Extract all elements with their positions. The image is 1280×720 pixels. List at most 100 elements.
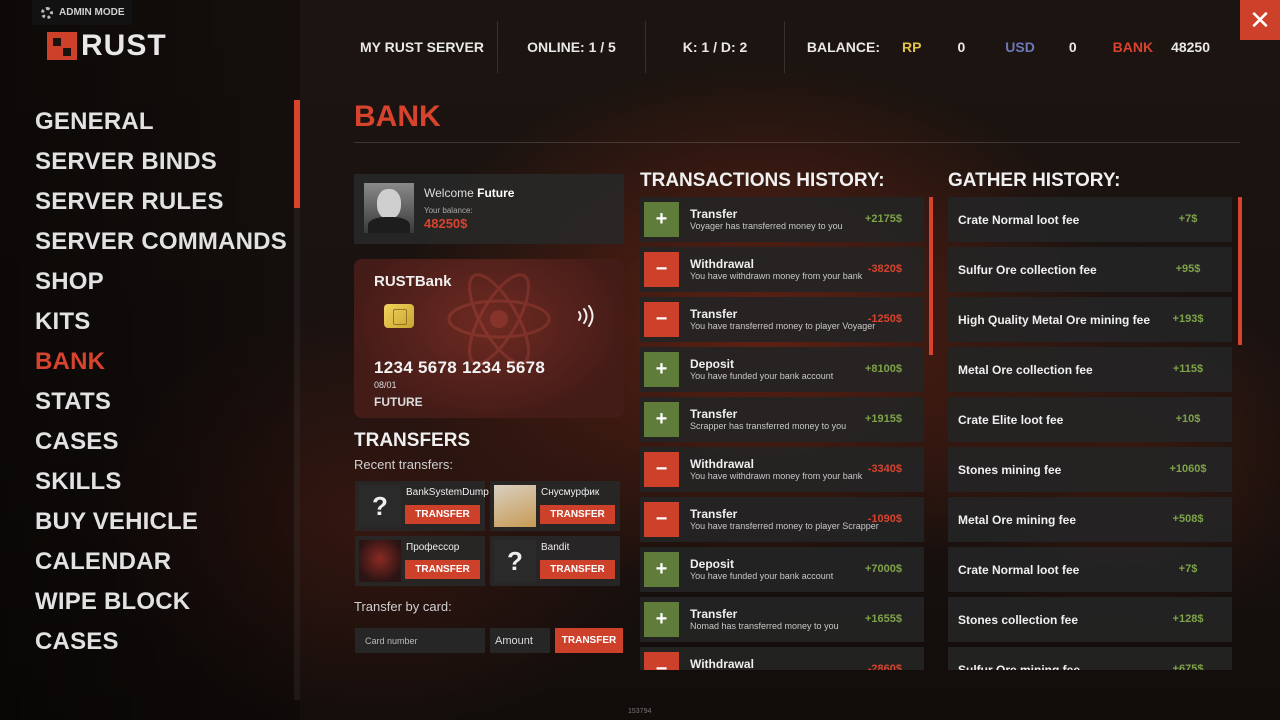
recent-transfer-name: Снусмурфик [541,487,600,498]
recent-transfer-button[interactable]: TRANSFER [540,505,615,524]
transaction-amount: +7000$ [864,563,902,575]
sidebar-item-stats[interactable]: STATS [35,382,287,422]
recent-transfer-button[interactable]: TRANSFER [540,560,615,579]
amount-input[interactable] [490,628,550,653]
gather-row: Sulfur Ore collection fee +95$ [948,247,1232,292]
gather-amount: +115$ [1172,363,1204,375]
contactless-icon [578,305,594,327]
plus-icon: + [644,352,679,387]
sidebar-item-wipe-block[interactable]: WIPE BLOCK [35,582,287,622]
gather-row: Stones collection fee +128$ [948,597,1232,642]
sidebar-item-bank[interactable]: BANK [35,342,287,382]
transaction-type: Deposit [690,357,735,371]
minus-icon: − [644,652,679,670]
plus-icon: + [644,602,679,637]
transaction-row: − Withdrawal -2860$ [640,647,924,670]
gather-name: High Quality Metal Ore mining fee [958,313,1151,327]
sidebar-scrollbar[interactable] [294,100,300,700]
gather-amount: +7$ [1178,213,1198,225]
welcome-text: Welcome Future [424,186,514,200]
transaction-amount: +1655$ [864,613,902,625]
gather-amount: +128$ [1172,613,1204,625]
transactions-list[interactable]: + Transfer Voyager has transferred money t… [640,197,924,670]
gather-amount: +675$ [1172,663,1204,670]
recent-transfer-item: ? BankSystemDump TRANSFER [355,481,489,531]
transaction-type: Withdrawal [690,257,754,271]
server-name: MY RUST SERVER [360,39,484,55]
transaction-description: You have transferred money to player Voy… [690,321,876,331]
transaction-type: Withdrawal [690,457,754,471]
transaction-row: − Withdrawal You have withdrawn money from… [640,247,924,292]
plus-icon: + [644,202,679,237]
transaction-row: − Transfer You have transferred money to p… [640,297,924,342]
plus-icon: + [644,552,679,587]
gather-name: Stones collection fee [958,613,1079,627]
close-button[interactable]: ✕ [1240,0,1280,40]
sidebar-item-server-commands[interactable]: SERVER COMMANDS [35,222,287,262]
page-title: BANK [354,100,441,133]
sidebar-item-kits[interactable]: KITS [35,302,287,342]
rust-logo: RUST [47,31,167,61]
usd-label: USD [1005,39,1035,55]
balance-label: BALANCE: [806,39,881,55]
gather-row: Metal Ore collection fee +115$ [948,347,1232,392]
recent-transfer-name: BankSystemDump [406,487,489,498]
gather-list[interactable]: Crate Normal loot fee +7$ Sulfur Ore colle… [948,197,1232,670]
bank-card: RUSTBank 1234 5678 1234 5678 08/01 FUTUR… [354,259,624,418]
avatar [359,540,401,582]
gather-amount: +95$ [1175,263,1201,275]
transaction-amount: -3340$ [867,463,902,475]
transaction-description: You have withdrawn money from your bank [690,471,863,481]
gather-name: Sulfur Ore mining fee [958,663,1081,670]
transfer-by-card-button[interactable]: TRANSFER [555,628,623,653]
gather-name: Stones mining fee [958,463,1062,477]
gather-name: Crate Normal loot fee [958,563,1080,577]
sidebar-scrollbar-thumb[interactable] [294,100,300,208]
sidebar-item-server-rules[interactable]: SERVER RULES [35,182,287,222]
card-bank-name: RUSTBank [374,273,452,290]
sidebar-item-shop[interactable]: SHOP [35,262,287,302]
gather-scrollbar-thumb[interactable] [1238,197,1242,345]
gather-row: High Quality Metal Ore mining fee +193$ [948,297,1232,342]
transaction-row: − Transfer You have transferred money to p… [640,497,924,542]
your-balance-value: 48250$ [424,216,468,231]
gather-amount: +508$ [1172,513,1204,525]
sidebar-item-server-binds[interactable]: SERVER BINDS [35,142,287,182]
recent-transfer-item: Снусмурфик TRANSFER [490,481,620,531]
transaction-description: Voyager has transferred money to you [690,221,843,231]
transaction-amount: +1915$ [864,413,902,425]
recent-transfer-button[interactable]: TRANSFER [405,505,480,524]
transaction-row: + Deposit You have funded your bank accoun… [640,547,924,592]
admin-mode-badge[interactable]: ADMIN MODE [32,0,132,25]
balance-summary: BALANCE: RP 0 USD 0 BANK 48250 [785,39,1210,55]
transaction-description: You have funded your bank account [690,571,834,581]
sidebar-item-calendar[interactable]: CALENDAR [35,542,287,582]
sidebar-item-buy-vehicle[interactable]: BUY VEHICLE [35,502,287,542]
sidebar-item-skills[interactable]: SKILLS [35,462,287,502]
transaction-type: Transfer [690,507,738,521]
gather-name: Metal Ore mining fee [958,513,1077,527]
transactions-scrollbar-thumb[interactable] [929,197,933,355]
transaction-row: + Transfer Nomad has transferred money to … [640,597,924,642]
transaction-row: − Withdrawal You have withdrawn money from… [640,447,924,492]
unknown-avatar-icon: ? [359,485,401,527]
sidebar-item-general[interactable]: GENERAL [35,102,287,142]
sidebar-item-cases[interactable]: CASES [35,422,287,462]
transfers-title: TRANSFERS [354,430,471,451]
recent-transfer-button[interactable]: TRANSFER [405,560,480,579]
minus-icon: − [644,452,679,487]
gear-icon [41,6,53,19]
admin-mode-label: ADMIN MODE [59,7,125,18]
footer-id: 153794 [628,708,652,715]
gather-amount: +193$ [1172,313,1204,325]
transfer-by-card-label: Transfer by card: [354,599,452,614]
transaction-amount: -1090$ [867,513,902,525]
plus-icon: + [644,402,679,437]
recent-transfers-label: Recent transfers: [354,457,453,472]
chip-icon [384,304,414,328]
card-number-input[interactable] [355,628,485,653]
avatar [494,485,536,527]
bank-label: BANK [1112,39,1154,55]
sidebar-item-cases[interactable]: CASES [35,622,287,662]
kill-death-stats: K: 1 / D: 2 [682,39,748,55]
